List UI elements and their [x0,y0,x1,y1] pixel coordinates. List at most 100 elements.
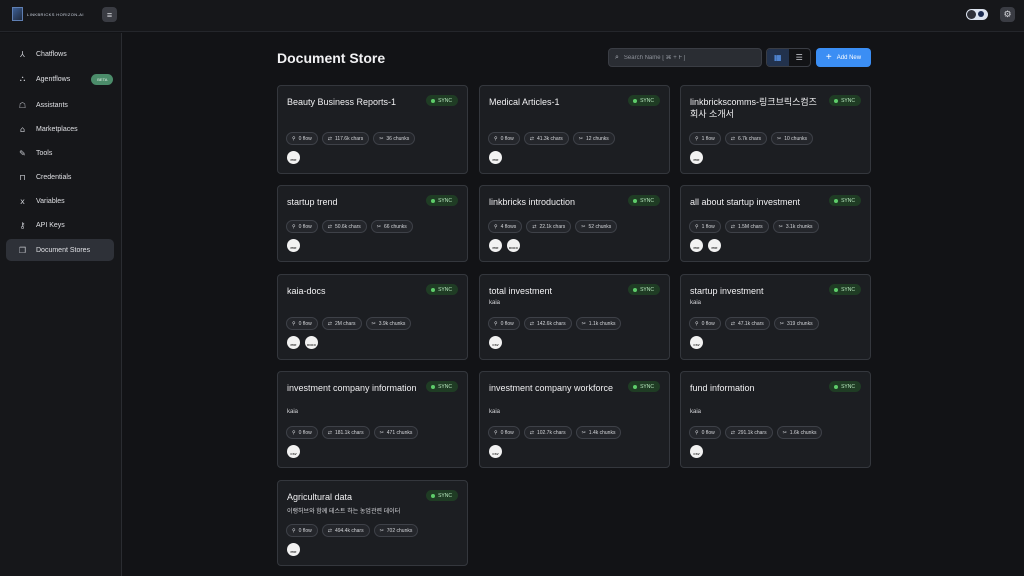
chunks-icon: ✂ [777,135,782,142]
characters-icon: ⇄ [327,223,332,230]
stat-flows-value: 0 flow [298,320,312,327]
flow-icon: ⚲ [292,135,296,142]
sidebar-item-tools[interactable]: ✎ Tools [6,142,114,164]
document-store-card[interactable]: total investment SYNC kaia ⚲ 0 flow ⇄ 142.6k c… [479,274,670,360]
list-icon: ☰ [795,53,803,62]
stat-chunks: ✂ 52 chunks [575,220,618,233]
stat-chunks-value: 471 chunks [386,429,413,436]
document-store-card[interactable]: startup investment SYNC kaia ⚲ 0 flow ⇄ 47.1k … [680,274,871,360]
status-dot-icon [431,493,436,498]
file-type-label: PDF [492,245,499,250]
search-box[interactable]: ⌕ [608,48,762,67]
document-store-card[interactable]: linkbrickscomms-링크브릭스컴즈 회사 소개서 SYNC ⚲ 1 flo… [680,85,871,174]
stat-flows: ⚲ 1 flow [689,132,721,145]
marketplace-icon: ⌂ [19,124,26,134]
file-type-label: PDF [693,245,700,250]
sync-status-badge: SYNC [426,381,458,392]
card-title: total investment [489,286,553,296]
add-new-button[interactable]: + Add New [816,48,871,67]
chunks-icon: ✂ [379,135,384,142]
file-type-label: PDF [290,549,297,554]
status-dot-icon [633,384,638,389]
card-file-types: CSV [690,445,703,458]
stat-flows: ⚲ 1 flow [689,220,721,233]
card-title: startup trend [287,197,338,207]
stat-chars: ⇄ 181.1k chars [321,426,370,439]
sidebar-item-label: Chatflows [36,50,67,58]
document-store-card[interactable]: Beauty Business Reports-1 SYNC ⚲ 0 flow ⇄ 117… [277,85,468,174]
file-type-icon: CSV [287,445,300,458]
sidebar-item-assistants[interactable]: ☖ Assistants [6,94,114,116]
card-stats: ⚲ 0 flow ⇄ 142.6k chars ✂ 1.1k chunks [488,317,622,330]
flow-icon: ⚲ [494,320,498,327]
chunks-icon: ✂ [581,320,586,327]
card-title: fund information [690,383,755,393]
search-input[interactable] [623,54,754,61]
stat-chars-value: 142.6k chars [536,320,566,327]
status-dot-icon [633,287,638,292]
file-type-icon: CSV [690,445,703,458]
file-type-icon: PDF [489,239,502,252]
stat-chars: ⇄ 494.4k chars [321,524,370,537]
sidebar-item-document-stores[interactable]: ❐ Document Stores [6,239,114,261]
file-type-icon: CSV [489,336,502,349]
card-description: kaia [489,300,501,306]
sidebar-item-chatflows[interactable]: ⅄ Chatflows [6,43,114,65]
card-stats: ⚲ 0 flow ⇄ 47.1k chars ✂ 319 chunks [689,317,819,330]
document-store-card[interactable]: all about startup investment SYNC ⚲ 1 flow ⇄… [680,185,871,262]
sync-status-badge: SYNC [426,195,458,206]
lock-icon: ⊓ [19,172,26,182]
document-store-card[interactable]: fund information SYNC kaia ⚲ 0 flow ⇄ 291.1k c… [680,371,871,468]
logo-text: LINKBRICKS HORIZON-AI [27,11,84,17]
document-store-card[interactable]: linkbricks introduction SYNC ⚲ 4 flows ⇄ 22.1… [479,185,670,262]
document-store-card[interactable]: Medical Articles-1 SYNC ⚲ 0 flow ⇄ 41.3k char… [479,85,670,174]
file-type-label: DOCX [509,245,518,250]
stat-chars-value: 6.7k chars [737,135,762,142]
card-description: kaia [690,409,702,415]
stat-chunks: ✂ 10 chunks [771,132,814,145]
document-store-card[interactable]: investment company workforce SYNC kaia ⚲ 0 f… [479,371,670,468]
grid-view-button[interactable]: ▦ [767,49,789,66]
view-toggle[interactable]: ▦ ☰ [766,48,811,67]
chunks-icon: ✂ [379,527,384,534]
document-store-card[interactable]: startup trend SYNC ⚲ 0 flow ⇄ 50.6k chars ✂ 66 … [277,185,468,262]
card-description: 이랭허브와 함께 테스트 하는 농업관련 데이터 [287,509,401,515]
sync-status-badge: SYNC [426,490,458,501]
sidebar-item-api-keys[interactable]: ⚷ API Keys [6,214,114,236]
stat-chunks: ✂ 3.1k chunks [772,220,819,233]
sidebar-item-variables[interactable]: x Variables [6,190,114,212]
sidebar-item-agentflows[interactable]: ⛬ Agentflows BETA [6,68,114,90]
status-dot-icon [633,98,638,103]
stat-chars-value: 41.3k chars [536,135,563,142]
search-icon: ⌕ [615,53,619,61]
file-type-icon: PDF [287,151,300,164]
sync-status-badge: SYNC [426,284,458,295]
stat-flows: ⚲ 0 flow [488,317,520,330]
characters-icon: ⇄ [730,223,735,230]
chunks-icon: ✂ [578,135,583,142]
menu-toggle-button[interactable]: ≡ [102,7,117,22]
sync-status-badge: SYNC [628,284,660,295]
file-type-icon: PDF [287,336,300,349]
dark-mode-toggle[interactable] [966,9,988,20]
document-store-card[interactable]: investment company information SYNC kaia ⚲ 0… [277,371,468,468]
document-store-card[interactable]: kaia-docs SYNC ⚲ 0 flow ⇄ 2M chars ✂ 3.9k chunk… [277,274,468,360]
sync-label: SYNC [640,97,654,104]
file-type-label: CSV [492,451,499,456]
app-logo[interactable]: LINKBRICKS HORIZON-AI [12,7,84,21]
card-description: kaia [690,300,702,306]
document-store-card[interactable]: Agricultural data SYNC 이랭허브와 함께 테스트 하는 농업관… [277,480,468,566]
list-view-button[interactable]: ☰ [789,49,811,66]
stat-flows-value: 0 flow [298,429,312,436]
settings-button[interactable]: ⚙ [1000,7,1015,22]
plus-icon: + [825,51,832,63]
stat-chars-value: 102.7k chars [536,429,566,436]
file-type-icon: PDF [287,543,300,556]
sidebar-item-marketplaces[interactable]: ⌂ Marketplaces [6,118,114,140]
sidebar-item-credentials[interactable]: ⊓ Credentials [6,166,114,188]
card-file-types: PDF [489,151,502,164]
stat-chars: ⇄ 6.7k chars [724,132,768,145]
file-type-icon: CSV [489,445,502,458]
stat-chars-value: 2M chars [334,320,356,327]
stat-chars: ⇄ 2M chars [321,317,362,330]
